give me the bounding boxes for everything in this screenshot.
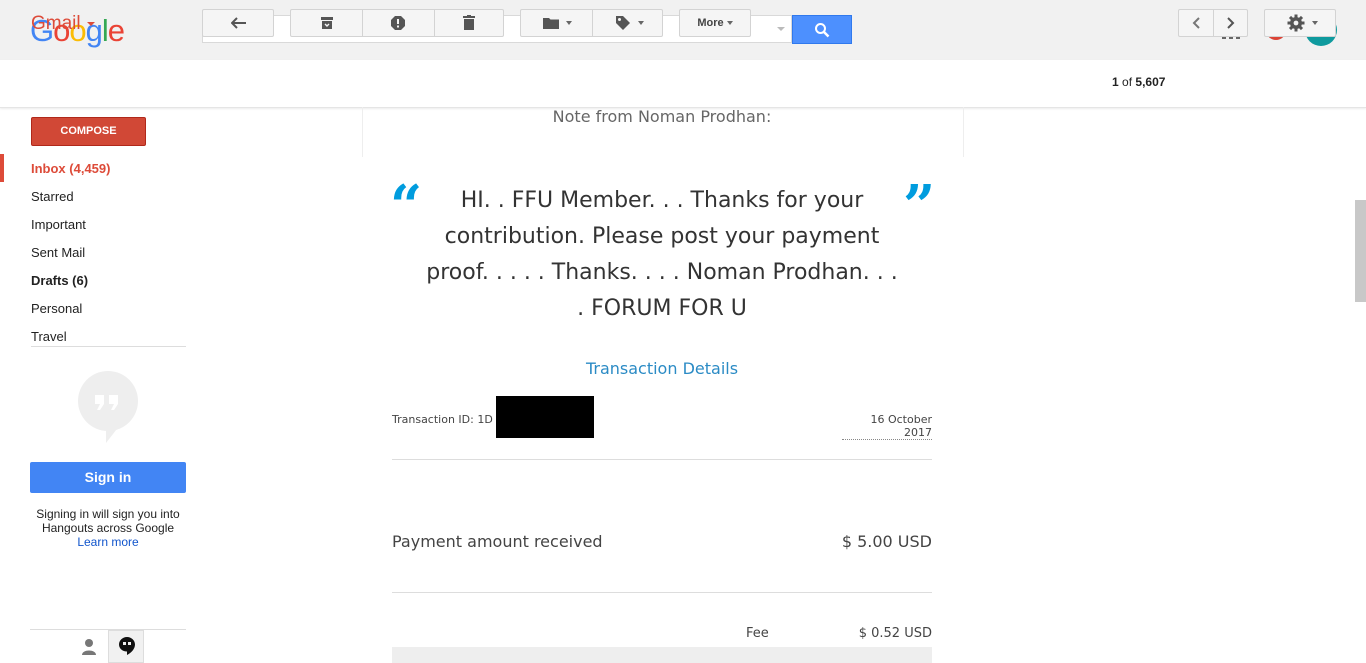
divider	[392, 592, 932, 593]
pager-range: 1	[1112, 75, 1119, 89]
contacts-person-icon[interactable]	[80, 637, 98, 657]
label-icon	[616, 16, 630, 30]
older-button[interactable]	[1214, 10, 1247, 36]
sidebar-item-drafts[interactable]: Drafts (6)	[31, 273, 88, 288]
chevron-down-icon	[1312, 21, 1318, 25]
folder-icon	[543, 18, 559, 29]
hangouts-sign-in-note: Signing in will sign you into Hangouts a…	[30, 507, 186, 535]
archive-button[interactable]	[291, 10, 362, 36]
hangouts-sign-in-button[interactable]: Sign in	[30, 462, 186, 493]
sidebar-item-personal[interactable]: Personal	[31, 301, 82, 316]
note-heading: Note from Noman Prodhan:	[552, 107, 772, 126]
hangouts-icon	[119, 637, 135, 655]
pager-buttons	[1178, 9, 1248, 37]
more-label: More	[697, 17, 724, 29]
move-to-button[interactable]	[521, 10, 592, 36]
redaction-mark	[496, 396, 594, 438]
open-quote-icon: “	[390, 173, 423, 239]
hangouts-bubble-tail	[106, 425, 120, 443]
sidebar-item-sent-mail[interactable]: Sent Mail	[31, 245, 85, 260]
sidebar-divider	[31, 346, 186, 347]
action-button-group	[290, 9, 504, 37]
chevron-down-icon	[638, 21, 644, 25]
compose-button[interactable]: COMPOSE	[31, 117, 146, 146]
sidebar-item-travel[interactable]: Travel	[31, 329, 67, 344]
back-button[interactable]	[202, 9, 274, 37]
active-nav-indicator	[0, 154, 4, 182]
sidebar-item-inbox[interactable]: Inbox (4,459)	[31, 161, 110, 176]
gear-icon	[1287, 14, 1305, 32]
fee-value: $ 0.52 USD	[858, 626, 932, 641]
report-spam-button[interactable]	[363, 10, 434, 36]
move-label-group	[520, 9, 663, 37]
search-options-chevron-icon[interactable]	[777, 27, 785, 31]
chevron-left-icon	[1192, 17, 1200, 29]
report-spam-icon	[391, 16, 405, 30]
close-quote-icon: ”	[903, 173, 936, 239]
labels-button[interactable]	[593, 10, 662, 36]
settings-button[interactable]	[1264, 9, 1336, 37]
search-icon	[815, 23, 830, 38]
summary-strip	[392, 647, 932, 663]
fee-label: Fee	[746, 626, 769, 641]
pagination-info: 1 of 5,607	[1112, 75, 1165, 89]
payment-note-message: HI. . FFU Member. . . Thanks for your co…	[426, 188, 898, 321]
delete-button[interactable]	[435, 10, 503, 36]
transaction-details-title: Transaction Details	[585, 359, 739, 378]
more-button[interactable]: More	[679, 9, 751, 37]
back-icon	[231, 17, 246, 29]
hangouts-bubble-icon	[78, 371, 138, 431]
search-button[interactable]	[792, 15, 852, 44]
transaction-date: 16 October 2017	[842, 413, 932, 440]
sidebar-item-starred[interactable]: Starred	[31, 189, 74, 204]
chevron-down-icon	[86, 21, 95, 26]
chevron-down-icon	[566, 21, 572, 25]
gmail-menu[interactable]: Gmail	[31, 13, 95, 35]
pager-of: of	[1122, 75, 1133, 89]
payment-amount-value: $ 5.00 USD	[841, 532, 932, 551]
transaction-id: Transaction ID: 1D	[392, 413, 493, 426]
scrollbar-thumb[interactable]	[1355, 200, 1366, 302]
divider	[392, 459, 932, 460]
hangouts-tab[interactable]	[108, 630, 144, 663]
sign-in-note-line: Signing in will sign you into	[36, 507, 180, 521]
chevron-down-icon	[726, 21, 733, 26]
sign-in-note-line: Hangouts across Google	[41, 521, 175, 535]
logo-letter: e	[107, 13, 125, 48]
learn-more-link[interactable]: Learn more	[30, 535, 186, 549]
payment-amount-label: Payment amount received	[392, 532, 603, 551]
archive-icon	[321, 17, 333, 29]
quote-marks-icon	[95, 395, 118, 410]
pager-total: 5,607	[1135, 75, 1166, 89]
gmail-label: Gmail	[31, 13, 81, 34]
sidebar-item-important[interactable]: Important	[31, 217, 86, 232]
newer-button[interactable]	[1179, 10, 1213, 36]
chevron-right-icon	[1227, 17, 1235, 29]
delete-icon	[463, 15, 475, 30]
